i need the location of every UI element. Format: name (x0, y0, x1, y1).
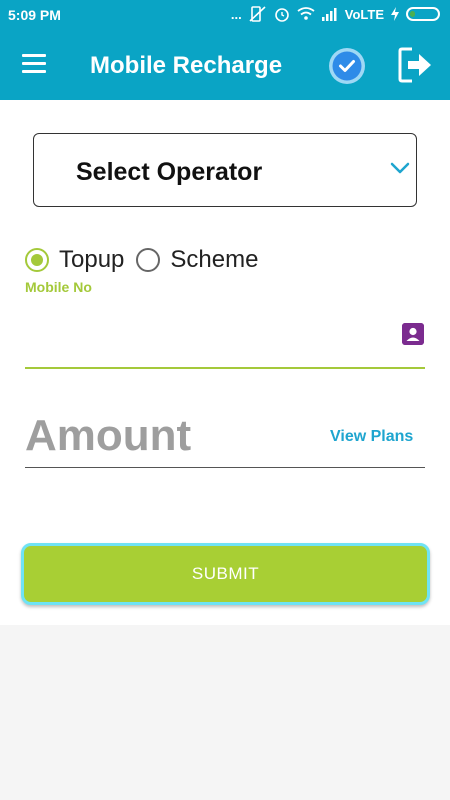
battery-icon (406, 7, 440, 21)
radio-scheme-label: Scheme (170, 246, 259, 273)
page-title: Mobile Recharge (90, 52, 283, 79)
mobile-no-input[interactable] (25, 308, 400, 358)
check-icon[interactable] (328, 47, 366, 85)
operator-label: Select Operator (76, 158, 263, 186)
mobile-no-underline (25, 367, 425, 369)
submit-button[interactable]: SUBMIT (21, 543, 430, 605)
mute-icon (249, 6, 266, 22)
app-bar: Mobile Recharge (0, 30, 450, 100)
status-icons: ... VoLTE (231, 6, 440, 22)
wifi-icon (297, 7, 315, 20)
radio-scheme-circle[interactable] (136, 248, 161, 272)
network-label: VoLTE (344, 6, 384, 22)
recharge-type-group: Topup Scheme (25, 246, 270, 274)
signal-icon (321, 8, 337, 21)
alarm-icon (274, 8, 289, 22)
notification-dots: ... (230, 6, 242, 22)
charging-icon (391, 7, 399, 21)
exit-icon[interactable] (398, 46, 434, 84)
chevron-down-icon (390, 162, 410, 174)
contact-book-icon[interactable] (402, 323, 424, 345)
radio-topup-label: Topup (59, 246, 125, 273)
mobile-no-label: Mobile No (25, 279, 92, 295)
operator-select[interactable]: Select Operator (33, 133, 417, 207)
amount-input[interactable] (25, 408, 315, 464)
recharge-form: Select Operator Topup Scheme Mobile No V… (0, 100, 450, 625)
radio-topup[interactable]: Topup (25, 246, 124, 274)
status-time: 5:09 PM (8, 7, 61, 23)
radio-scheme[interactable]: Scheme (136, 246, 258, 274)
radio-topup-circle[interactable] (25, 248, 49, 272)
amount-underline (25, 467, 425, 468)
menu-icon[interactable] (22, 54, 48, 74)
status-bar: 5:09 PM ... VoLTE (0, 0, 450, 30)
view-plans-link[interactable]: View Plans (330, 428, 413, 446)
